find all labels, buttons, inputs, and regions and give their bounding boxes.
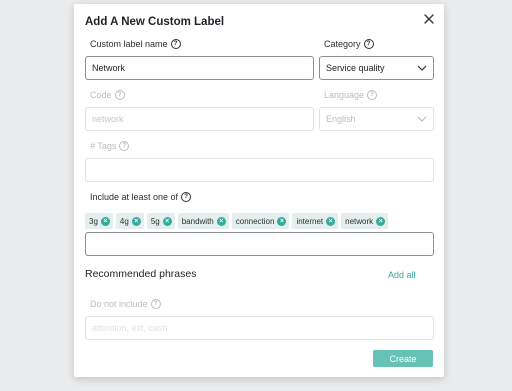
chip-label: internet bbox=[296, 216, 324, 226]
include-chips: 3g × 4g × 5g × bandwith × connection × intern… bbox=[85, 213, 389, 229]
remove-chip-icon[interactable]: × bbox=[100, 216, 110, 226]
chip-label: 5g bbox=[150, 216, 160, 226]
code-placeholder: network bbox=[92, 114, 124, 124]
chip: 3g × bbox=[85, 213, 113, 229]
include-label-text: Include at least one of bbox=[90, 192, 179, 202]
create-button[interactable]: Create bbox=[373, 350, 433, 367]
do-not-include-input[interactable]: attention, ext, cash bbox=[85, 316, 434, 340]
chip-label: network bbox=[345, 216, 374, 226]
help-icon[interactable]: ? bbox=[150, 299, 161, 309]
code-input[interactable]: network bbox=[85, 107, 314, 131]
tags-label-text: # Tags bbox=[90, 141, 117, 151]
help-icon[interactable]: ? bbox=[119, 141, 130, 151]
chip: bandwith × bbox=[177, 213, 229, 229]
remove-chip-icon[interactable]: × bbox=[277, 216, 287, 226]
remove-chip-icon[interactable]: × bbox=[131, 216, 141, 226]
code-label-text: Code bbox=[90, 90, 112, 100]
custom-label-name-label-text: Custom label name bbox=[90, 39, 168, 49]
chip-label: 4g bbox=[119, 216, 129, 226]
chip-label: 3g bbox=[89, 216, 98, 226]
remove-chip-icon[interactable]: × bbox=[376, 216, 386, 226]
dialog-title: Add A New Custom Label bbox=[85, 16, 225, 28]
custom-label-name-value: Network bbox=[92, 63, 126, 73]
custom-label-name-input[interactable]: Network bbox=[85, 56, 314, 80]
help-icon[interactable]: ? bbox=[170, 39, 181, 49]
remove-chip-icon[interactable]: × bbox=[162, 216, 172, 226]
recommended-phrases-title: Recommended phrases bbox=[85, 268, 197, 280]
remove-chip-icon[interactable]: × bbox=[326, 216, 336, 226]
language-label-text: Language bbox=[324, 90, 365, 100]
add-custom-label-dialog: Add A New Custom Label Custom label name… bbox=[74, 4, 444, 377]
chevron-down-icon bbox=[417, 65, 427, 71]
help-icon[interactable]: ? bbox=[363, 39, 374, 49]
close-icon[interactable] bbox=[422, 12, 436, 26]
category-label-text: Category bbox=[324, 39, 361, 49]
chip: network × bbox=[341, 213, 389, 229]
language-select-value: English bbox=[326, 114, 356, 124]
category-select[interactable]: Service quality bbox=[319, 56, 434, 80]
help-icon[interactable]: ? bbox=[367, 90, 378, 100]
add-all-link[interactable]: Add all bbox=[388, 270, 416, 280]
help-icon[interactable]: ? bbox=[114, 90, 125, 100]
do-not-include-placeholder: attention, ext, cash bbox=[92, 323, 168, 333]
chip: 5g × bbox=[146, 213, 175, 229]
do-not-include-label-text: Do not include bbox=[90, 299, 148, 309]
language-select[interactable]: English bbox=[319, 107, 434, 131]
tags-label: # Tags ? bbox=[90, 141, 130, 151]
help-icon[interactable]: ? bbox=[181, 192, 192, 202]
category-label: Category ? bbox=[324, 39, 374, 49]
remove-chip-icon[interactable]: × bbox=[216, 216, 226, 226]
chip: 4g × bbox=[115, 213, 144, 229]
chip-label: connection bbox=[235, 216, 275, 226]
chip-label: bandwith bbox=[181, 216, 214, 226]
language-label: Language ? bbox=[324, 90, 378, 100]
category-select-value: Service quality bbox=[326, 63, 385, 73]
chip: connection × bbox=[231, 213, 290, 229]
code-label: Code ? bbox=[90, 90, 125, 100]
chevron-down-icon bbox=[417, 116, 427, 122]
chip: internet × bbox=[292, 213, 339, 229]
do-not-include-label: Do not include ? bbox=[90, 299, 161, 309]
custom-label-name-label: Custom label name ? bbox=[90, 39, 181, 49]
tags-input[interactable] bbox=[85, 158, 434, 182]
include-input[interactable] bbox=[85, 232, 434, 256]
include-label: Include at least one of ? bbox=[90, 192, 192, 202]
